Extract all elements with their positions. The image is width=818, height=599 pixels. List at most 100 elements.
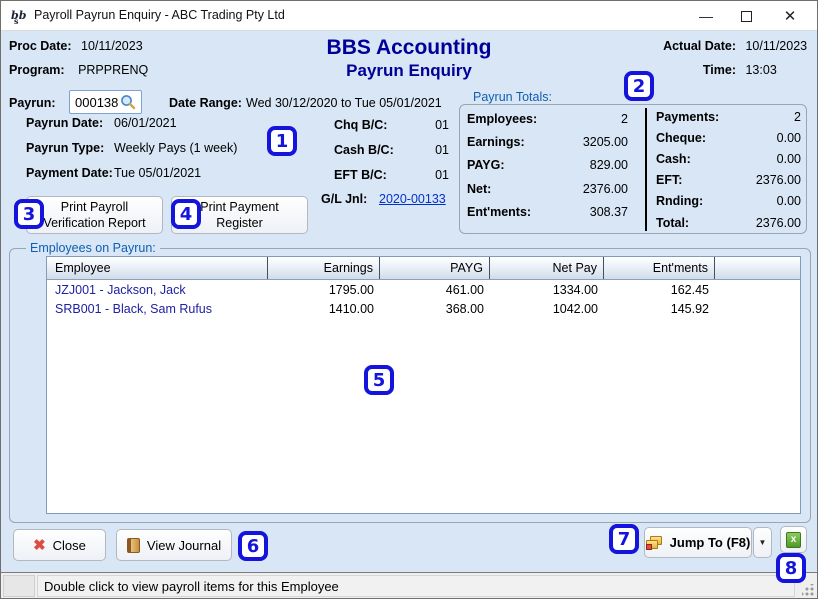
print-verification-line1: Print Payroll bbox=[61, 199, 128, 215]
annotation-1: 1 bbox=[267, 126, 297, 156]
employee-entments: 162.45 bbox=[604, 280, 715, 299]
totals-value: 3205.00 bbox=[583, 135, 628, 149]
payment-date-label: Payment Date: bbox=[26, 166, 113, 180]
time-value: 13:03 bbox=[745, 63, 776, 77]
payment-date-value: Tue 05/01/2021 bbox=[114, 166, 201, 180]
payrun-type-label: Payrun Type: bbox=[26, 141, 104, 155]
totals-value: 829.00 bbox=[590, 158, 628, 172]
column-header-netpay[interactable]: Net Pay bbox=[490, 257, 604, 279]
column-header-filler bbox=[715, 257, 800, 279]
totals-label: Earnings: bbox=[467, 135, 525, 149]
table-row[interactable]: JZJ001 - Jackson, Jack 1795.00 461.00 13… bbox=[47, 280, 800, 299]
annotation-8: 8 bbox=[776, 553, 806, 583]
actual-date-value: 10/11/2023 bbox=[745, 39, 807, 53]
totals-label: Ent'ments: bbox=[467, 205, 531, 219]
totals-label: Cash: bbox=[656, 152, 691, 166]
window-close-button[interactable]: ✕ bbox=[773, 1, 807, 31]
search-icon[interactable] bbox=[120, 94, 136, 110]
payrun-label: Payrun: bbox=[9, 96, 56, 110]
totals-divider bbox=[645, 108, 647, 231]
totals-label: Payments: bbox=[656, 110, 719, 124]
annotation-2: 2 bbox=[624, 71, 654, 101]
chevron-down-icon: ▼ bbox=[759, 538, 767, 547]
employee-netpay: 1042.00 bbox=[490, 299, 604, 318]
actual-date-label: Actual Date: bbox=[621, 39, 736, 53]
column-header-employee[interactable]: Employee bbox=[47, 257, 268, 279]
chq-bc-label: Chq B/C: bbox=[334, 118, 387, 132]
payrun-totals-right-column: Payments: 2 Cheque: 0.00 Cash: 0.00 EFT: 237… bbox=[656, 106, 801, 233]
totals-value: 0.00 bbox=[777, 194, 801, 208]
totals-value: 2376.00 bbox=[756, 173, 801, 187]
excel-icon: x bbox=[786, 532, 801, 548]
employee-name[interactable]: SRB001 - Black, Sam Rufus bbox=[47, 299, 268, 318]
employees-header-row[interactable]: Employee Earnings PAYG Net Pay Ent'ments bbox=[47, 257, 800, 280]
status-left-panel bbox=[3, 575, 35, 597]
status-message: Double click to view payroll items for t… bbox=[37, 575, 795, 597]
minimize-button[interactable]: — bbox=[691, 1, 721, 31]
row-filler bbox=[715, 280, 800, 299]
window-title: Payroll Payrun Enquiry - ABC Trading Pty… bbox=[34, 8, 285, 22]
eft-bc-value: 01 bbox=[409, 168, 449, 182]
jump-to-dropdown-button[interactable]: ▼ bbox=[753, 527, 772, 558]
totals-label: EFT: bbox=[656, 173, 682, 187]
print-verification-button[interactable]: Print Payroll Verification Report bbox=[26, 196, 163, 234]
totals-label: Net: bbox=[467, 182, 491, 196]
svg-text:s: s bbox=[14, 16, 19, 25]
gl-jnl-label: G/L Jnl: bbox=[321, 192, 367, 206]
employee-name[interactable]: JZJ001 - Jackson, Jack bbox=[47, 280, 268, 299]
cash-bc-value: 01 bbox=[409, 143, 449, 157]
totals-value: 2376.00 bbox=[756, 216, 801, 230]
resize-grip[interactable] bbox=[802, 584, 814, 596]
export-excel-button[interactable]: x bbox=[780, 526, 807, 553]
close-button[interactable]: ✖ Close bbox=[13, 529, 106, 561]
table-row[interactable]: SRB001 - Black, Sam Rufus 1410.00 368.00… bbox=[47, 299, 800, 318]
chq-bc-value: 01 bbox=[409, 118, 449, 132]
totals-value: 2 bbox=[794, 110, 801, 124]
totals-value: 0.00 bbox=[777, 131, 801, 145]
employees-list: Employee Earnings PAYG Net Pay Ent'ments… bbox=[46, 256, 801, 514]
totals-value: 2 bbox=[621, 112, 628, 126]
print-register-line1: Print Payment bbox=[200, 199, 279, 215]
print-register-line2: Register bbox=[216, 215, 263, 231]
cash-bc-label: Cash B/C: bbox=[334, 143, 394, 157]
employees-title: Employees on Payrun: bbox=[26, 241, 160, 255]
totals-label: Cheque: bbox=[656, 131, 706, 145]
eft-bc-label: EFT B/C: bbox=[334, 168, 387, 182]
row-filler bbox=[715, 299, 800, 318]
annotation-7: 7 bbox=[609, 524, 639, 554]
totals-value: 0.00 bbox=[777, 152, 801, 166]
column-header-payg[interactable]: PAYG bbox=[380, 257, 490, 279]
payrun-totals-left-column: Employees: 2 Earnings: 3205.00 PAYG: 829.00… bbox=[467, 107, 628, 224]
payrun-totals-title: Payrun Totals: bbox=[469, 90, 556, 104]
folders-icon bbox=[646, 536, 663, 550]
maximize-button[interactable] bbox=[731, 1, 761, 31]
totals-label: Employees: bbox=[467, 112, 537, 126]
app-icon: bb s bbox=[10, 7, 28, 25]
totals-label: Total: bbox=[656, 216, 689, 230]
view-journal-label: View Journal bbox=[147, 538, 221, 553]
close-icon: ✖ bbox=[33, 536, 46, 554]
annotation-6: 6 bbox=[238, 531, 268, 561]
jump-to-label: Jump To (F8) bbox=[670, 535, 751, 550]
payrun-type-value: Weekly Pays (1 week) bbox=[114, 141, 237, 155]
column-header-entments[interactable]: Ent'ments bbox=[604, 257, 715, 279]
employee-earnings: 1795.00 bbox=[268, 280, 380, 299]
totals-label: PAYG: bbox=[467, 158, 505, 172]
employee-earnings: 1410.00 bbox=[268, 299, 380, 318]
payrun-date-label: Payrun Date: bbox=[26, 116, 103, 130]
print-verification-line2: Verification Report bbox=[43, 215, 145, 231]
column-header-earnings[interactable]: Earnings bbox=[268, 257, 380, 279]
employee-netpay: 1334.00 bbox=[490, 280, 604, 299]
view-journal-button[interactable]: View Journal bbox=[116, 529, 232, 561]
totals-value: 2376.00 bbox=[583, 182, 628, 196]
employee-entments: 145.92 bbox=[604, 299, 715, 318]
annotation-5: 5 bbox=[364, 365, 394, 395]
employee-payg: 368.00 bbox=[380, 299, 490, 318]
status-bar: Double click to view payroll items for t… bbox=[1, 572, 817, 599]
payrun-date-value: 06/01/2021 bbox=[114, 116, 177, 130]
gl-jnl-link[interactable]: 2020-00133 bbox=[379, 192, 446, 206]
jump-to-button[interactable]: Jump To (F8) bbox=[644, 527, 752, 558]
app-window: bb s Payroll Payrun Enquiry - ABC Tradin… bbox=[0, 0, 818, 599]
actual-date-row: Actual Date: 10/11/2023 bbox=[621, 39, 807, 53]
annotation-3: 3 bbox=[14, 199, 44, 229]
